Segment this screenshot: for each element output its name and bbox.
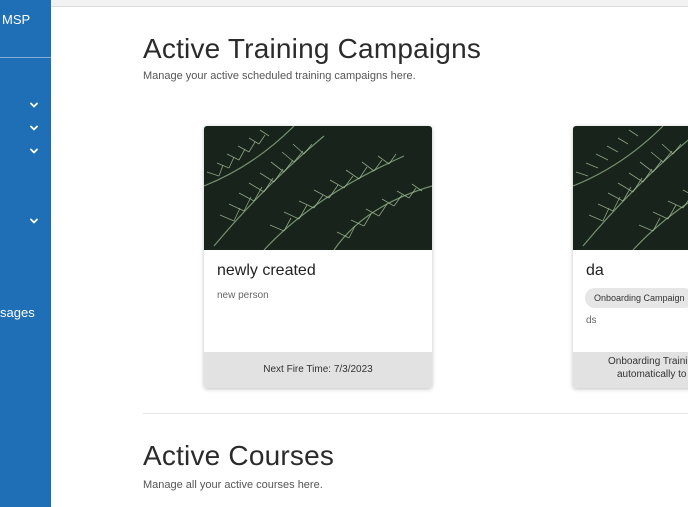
- card-footer: Next Fire Time: 7/3/2023: [204, 352, 432, 388]
- footer-line: automatically to n: [617, 369, 688, 380]
- card-title: da: [586, 262, 604, 279]
- chevron-down-icon[interactable]: [29, 216, 39, 226]
- page-subtitle: Manage your active scheduled training ca…: [143, 70, 416, 82]
- main-content: Active Training Campaigns Manage your ac…: [51, 7, 688, 507]
- top-bar: [51, 0, 688, 7]
- chevron-down-icon[interactable]: [29, 100, 39, 110]
- campaign-card[interactable]: da Onboarding Campaign ds Onboarding Tra…: [573, 126, 688, 388]
- card-footer: Onboarding Training automatically to n: [573, 352, 688, 388]
- page-title: Active Training Campaigns: [143, 33, 482, 64]
- campaign-card[interactable]: newly created new person Next Fire Time:…: [204, 126, 432, 388]
- section-subtitle: Manage all your active courses here.: [143, 479, 323, 491]
- section-title: Active Courses: [143, 440, 335, 471]
- next-fire-time: Next Fire Time: 7/3/2023: [263, 364, 373, 375]
- card-description: ds: [586, 315, 597, 326]
- card-image: [573, 126, 688, 250]
- campaign-type-badge: Onboarding Campaign: [585, 288, 688, 308]
- card-description: new person: [217, 290, 269, 301]
- chevron-down-icon[interactable]: [29, 123, 39, 133]
- card-image: [204, 126, 432, 250]
- card-title: newly created: [217, 262, 316, 279]
- chevron-down-icon[interactable]: [29, 146, 39, 156]
- sidebar-brand[interactable]: MSP: [2, 12, 30, 27]
- sidebar-divider: [0, 57, 51, 58]
- sidebar-item-messages[interactable]: sages: [0, 305, 35, 320]
- sidebar: MSP sages: [0, 0, 51, 507]
- section-divider: [143, 413, 688, 414]
- footer-line: Onboarding Training: [608, 356, 688, 367]
